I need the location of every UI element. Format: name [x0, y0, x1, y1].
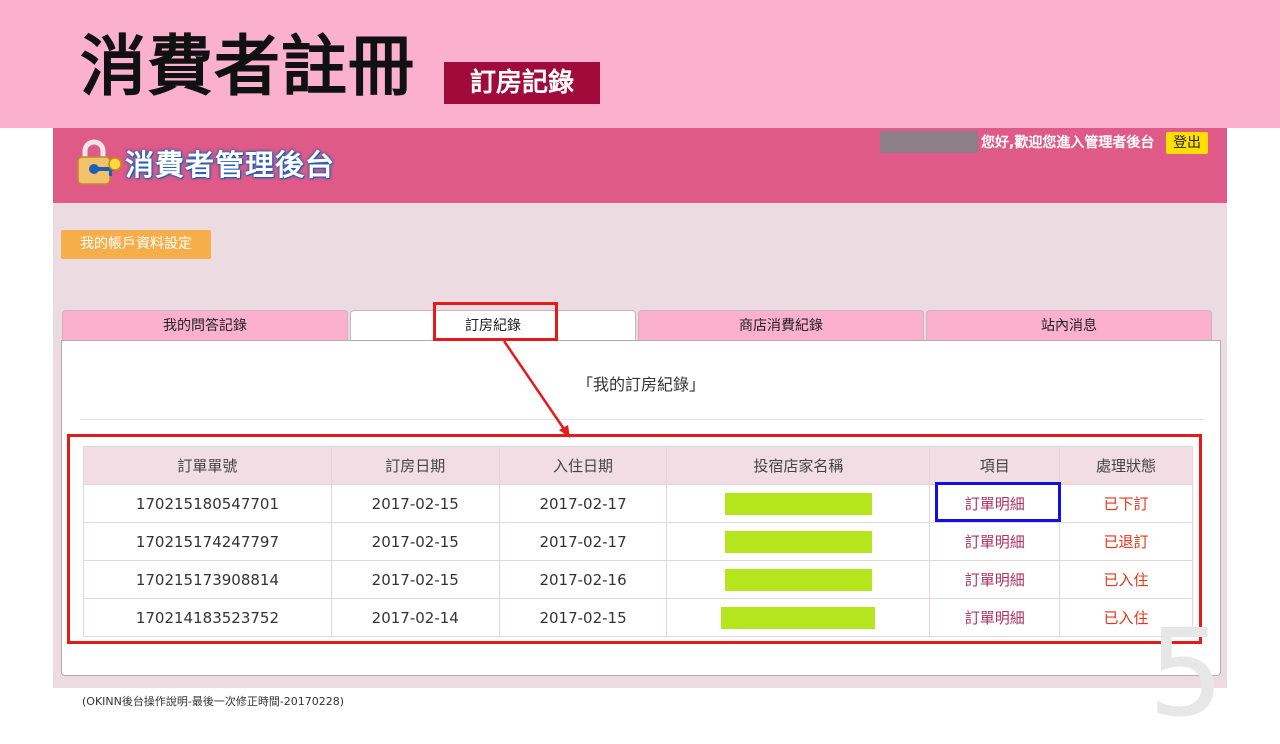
tab-qa-records[interactable]: 我的問答記錄	[62, 310, 348, 341]
padlock-key-icon	[77, 139, 122, 185]
page-number: 5	[1148, 605, 1225, 744]
logout-button[interactable]: 登出	[1166, 132, 1208, 154]
logo-text: 消費者管理後台	[125, 148, 336, 182]
tab-site-messages[interactable]: 站內消息	[926, 310, 1212, 341]
welcome-text: 您好,歡迎您進入管理者後台	[981, 135, 1155, 151]
tab-highlight-box	[433, 302, 558, 341]
tab-shop-purchases[interactable]: 商店消費紀錄	[638, 310, 924, 341]
user-name-masked	[880, 131, 978, 153]
slide-title: 消費者註冊	[80, 28, 415, 105]
panel-heading: 「我的訂房紀錄」	[576, 375, 705, 394]
footer-note: (OKINN後台操作說明-最後一次修正時間-20170228)	[82, 695, 345, 708]
detail-highlight-box	[935, 482, 1061, 522]
slide-subtitle: 訂房記錄	[444, 62, 600, 104]
divider	[80, 419, 1204, 420]
app-header: 消費者管理後台 您好,歡迎您進入管理者後台 登出	[53, 128, 1227, 203]
table-highlight-box	[67, 434, 1202, 644]
account-settings-button[interactable]: 我的帳戶資料設定	[61, 230, 211, 259]
